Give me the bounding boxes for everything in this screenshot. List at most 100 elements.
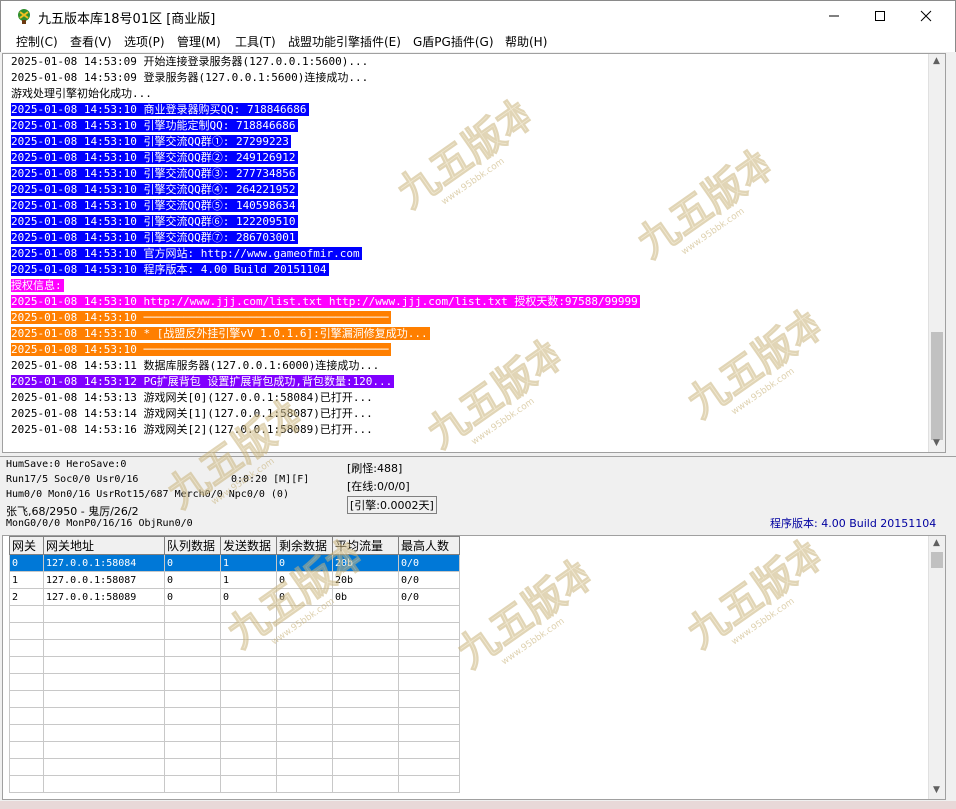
table-cell: 0 [9, 554, 44, 572]
table-row [9, 690, 460, 708]
log-line: 游戏处理引擎初始化成功... [11, 87, 152, 100]
refresh-monster-label: [刷怪:488] [347, 462, 403, 475]
column-header-avg-traffic[interactable]: 平均流量 [332, 536, 399, 555]
column-header-queue[interactable]: 队列数据 [164, 536, 221, 555]
desktop-background [0, 801, 956, 809]
table-cell: 0/0 [398, 571, 460, 589]
close-icon [920, 10, 932, 22]
table-cell: 0 [276, 588, 333, 606]
column-header-remaining[interactable]: 剩余数据 [276, 536, 333, 555]
table-cell: 127.0.0.1:58084 [43, 554, 165, 572]
table-row[interactable]: 0 127.0.0.1:58084 0 1 0 20b 0/0 [9, 554, 460, 572]
table-row [9, 639, 460, 657]
table-cell: 0 [220, 588, 277, 606]
table-cell: 0 [164, 588, 221, 606]
window-title: 九五版本库18号01区 [商业版] [38, 12, 216, 27]
hum-status: Hum0/0 Mon0/16 UsrRot15/687 Merch0/0 Npc… [6, 489, 289, 500]
menu-bar: 控制(C) 查看(V) 选项(P) 管理(M) 工具(T) 战盟功能引擎插件(E… [0, 30, 956, 52]
log-line: 2025-01-08 14:53:11 数据库服务器(127.0.0.1:600… [11, 359, 380, 372]
column-header-address[interactable]: 网关地址 [43, 536, 165, 555]
log-line: 2025-01-08 14:53:10 ────────────────────… [11, 311, 391, 324]
log-line: 2025-01-08 14:53:10 引擎交流QQ群⑦: 286703001 [11, 231, 298, 244]
online-label: [在线:0/0/0] [347, 480, 410, 493]
minimize-icon [829, 15, 839, 17]
log-line: 2025-01-08 14:53:10 引擎交流QQ群②: 249126912 [11, 151, 298, 164]
status-panel: HumSave:0 HeroSave:0 Run17/5 Soc0/0 Usr0… [0, 456, 956, 533]
table-row [9, 741, 460, 759]
table-row [9, 656, 460, 674]
maximize-button[interactable] [857, 1, 903, 31]
run-status: Run17/5 Soc0/0 Usr0/16 [6, 474, 139, 485]
table-row [9, 775, 460, 793]
scroll-down-icon[interactable]: ▼ [933, 785, 940, 795]
menu-help[interactable]: 帮助(H) [505, 33, 547, 50]
log-line: 2025-01-08 14:53:10 http://www.jjj.com/l… [11, 295, 640, 308]
table-row[interactable]: 2 127.0.0.1:58089 0 0 0 0b 0/0 [9, 588, 460, 606]
table-row [9, 622, 460, 640]
gateway-table: 网关 网关地址 队列数据 发送数据 剩余数据 平均流量 最高人数 0 127.0… [9, 536, 460, 793]
minimize-button[interactable] [811, 1, 857, 31]
table-cell: 0 [276, 554, 333, 572]
column-header-max-users[interactable]: 最高人数 [398, 536, 460, 555]
app-icon [18, 9, 30, 24]
table-row [9, 605, 460, 623]
mon-status: MonG0/0/0 MonP0/16/16 ObjRun0/0 [6, 518, 193, 529]
log-line: 2025-01-08 14:53:10 引擎功能定制QQ: 718846686 [11, 119, 298, 132]
log-line: 授权信息: [11, 279, 64, 292]
log-line: 2025-01-08 14:53:10 引擎交流QQ群④: 264221952 [11, 183, 298, 196]
title-bar[interactable]: 九五版本库18号01区 [商业版] [0, 0, 956, 30]
log-line: 2025-01-08 14:53:10 引擎交流QQ群①: 27299223 [11, 135, 291, 148]
scroll-down-icon[interactable]: ▼ [933, 438, 940, 448]
log-line: 2025-01-08 14:53:13 游戏网关[0](127.0.0.1:58… [11, 391, 373, 404]
menu-gdun-plugin[interactable]: G盾PG插件(G) [413, 33, 494, 50]
log-line: 2025-01-08 14:53:10 引擎交流QQ群⑥: 122209510 [11, 215, 298, 228]
log-scroll-thumb[interactable] [931, 332, 943, 440]
menu-view[interactable]: 查看(V) [70, 33, 112, 50]
column-header-sent[interactable]: 发送数据 [220, 536, 277, 555]
table-cell: 2 [9, 588, 44, 606]
close-button[interactable] [903, 1, 949, 31]
log-line: 2025-01-08 14:53:10 ────────────────────… [11, 343, 391, 356]
table-cell: 0b [332, 588, 399, 606]
log-line: 2025-01-08 14:53:12 PG扩展背包 设置扩展背包成功,背包数量… [11, 375, 395, 388]
log-line: 2025-01-08 14:53:10 引擎交流QQ群③: 277734856 [11, 167, 298, 180]
table-cell: 127.0.0.1:58087 [43, 571, 165, 589]
scroll-up-icon[interactable]: ▲ [933, 56, 940, 66]
log-line: 2025-01-08 14:53:10 引擎交流QQ群⑤: 140598634 [11, 199, 298, 212]
table-row[interactable]: 1 127.0.0.1:58087 0 1 0 20b 0/0 [9, 571, 460, 589]
table-row [9, 724, 460, 742]
log-line: 2025-01-08 14:53:10 商业登录器购买QQ: 718846686 [11, 103, 309, 116]
gateway-grid[interactable]: 网关 网关地址 队列数据 发送数据 剩余数据 平均流量 最高人数 0 127.0… [2, 535, 946, 800]
log-line: 2025-01-08 14:53:14 游戏网关[1](127.0.0.1:58… [11, 407, 373, 420]
timer-status: 0:0:20 [M][F] [231, 474, 310, 485]
log-scrollbar[interactable]: ▲ ▼ [928, 54, 945, 452]
log-line: 2025-01-08 14:53:10 程序版本: 4.00 Build 201… [11, 263, 329, 276]
table-cell: 0 [164, 554, 221, 572]
table-cell: 0 [276, 571, 333, 589]
table-cell: 20b [332, 554, 399, 572]
table-cell: 127.0.0.1:58089 [43, 588, 165, 606]
table-cell: 20b [332, 571, 399, 589]
table-cell: 1 [9, 571, 44, 589]
menu-engine-plugin[interactable]: 战盟功能引擎插件(E) [288, 33, 401, 50]
log-line: 2025-01-08 14:53:09 开始连接登录服务器(127.0.0.1:… [11, 55, 369, 68]
table-cell: 0 [164, 571, 221, 589]
scroll-up-icon[interactable]: ▲ [933, 538, 940, 548]
log-panel[interactable]: 2025-01-08 14:53:09 开始连接登录服务器(127.0.0.1:… [2, 53, 946, 453]
grid-scrollbar[interactable]: ▲ ▼ [928, 536, 945, 799]
menu-tools[interactable]: 工具(T) [235, 33, 276, 50]
version-label: 程序版本: 4.00 Build 20151104 [770, 517, 937, 530]
column-header-gateway[interactable]: 网关 [9, 536, 44, 555]
table-header-row: 网关 网关地址 队列数据 发送数据 剩余数据 平均流量 最高人数 [9, 536, 460, 555]
table-cell: 0/0 [398, 588, 460, 606]
table-row [9, 758, 460, 776]
log-line: 2025-01-08 14:53:16 游戏网关[2](127.0.0.1:58… [11, 423, 373, 436]
table-row [9, 707, 460, 725]
log-line: 2025-01-08 14:53:10 官方网站: http://www.gam… [11, 247, 362, 260]
table-row [9, 673, 460, 691]
player-status: 张飞,68/2950 - 鬼厉/26/2 [6, 505, 139, 518]
menu-control[interactable]: 控制(C) [16, 33, 58, 50]
menu-manage[interactable]: 管理(M) [177, 33, 221, 50]
menu-options[interactable]: 选项(P) [124, 33, 165, 50]
grid-scroll-thumb[interactable] [931, 552, 943, 568]
